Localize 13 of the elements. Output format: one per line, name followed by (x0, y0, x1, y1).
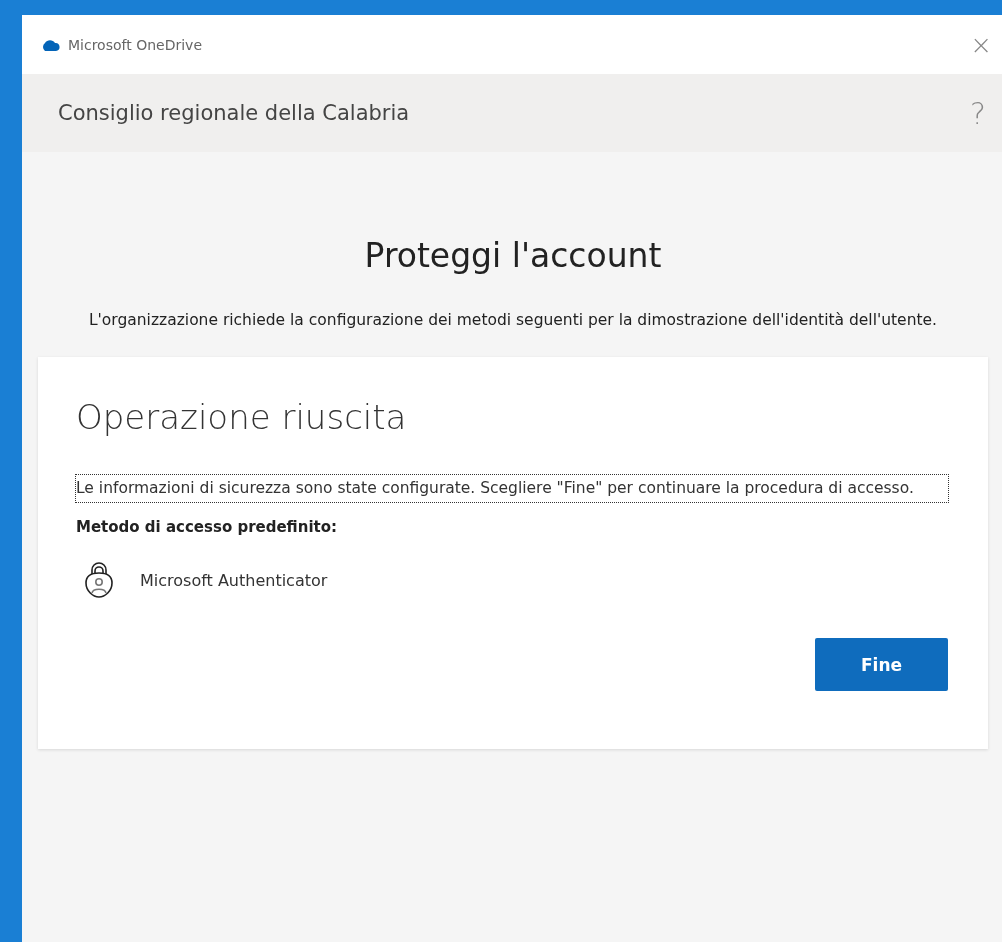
intro-text: L'organizzazione richiede la configurazione dei metodi seguenti per la dimostrazione dell'identità dell'utente. (87, 310, 939, 331)
card-title: Operazione riuscita (76, 397, 408, 437)
organization-name: Consiglio regionale della Calabria (58, 101, 411, 125)
window-title: Microsoft OneDrive (68, 36, 203, 53)
status-message: Le informazioni di sicurezza sono state configurate. Scegliere "Fine" per continuare la procedura di accesso. (76, 475, 948, 502)
cloud-icon (40, 38, 60, 51)
close-button[interactable]: × (960, 29, 1002, 60)
help-button[interactable]: ? (964, 95, 992, 131)
method-name: Microsoft Authenticator (140, 570, 328, 590)
finish-button[interactable]: Fine (815, 638, 948, 691)
authenticator-icon (84, 562, 114, 598)
method-label: Metodo di accesso predefinito: (76, 518, 339, 536)
page-heading: Proteggi l'account (363, 236, 663, 275)
